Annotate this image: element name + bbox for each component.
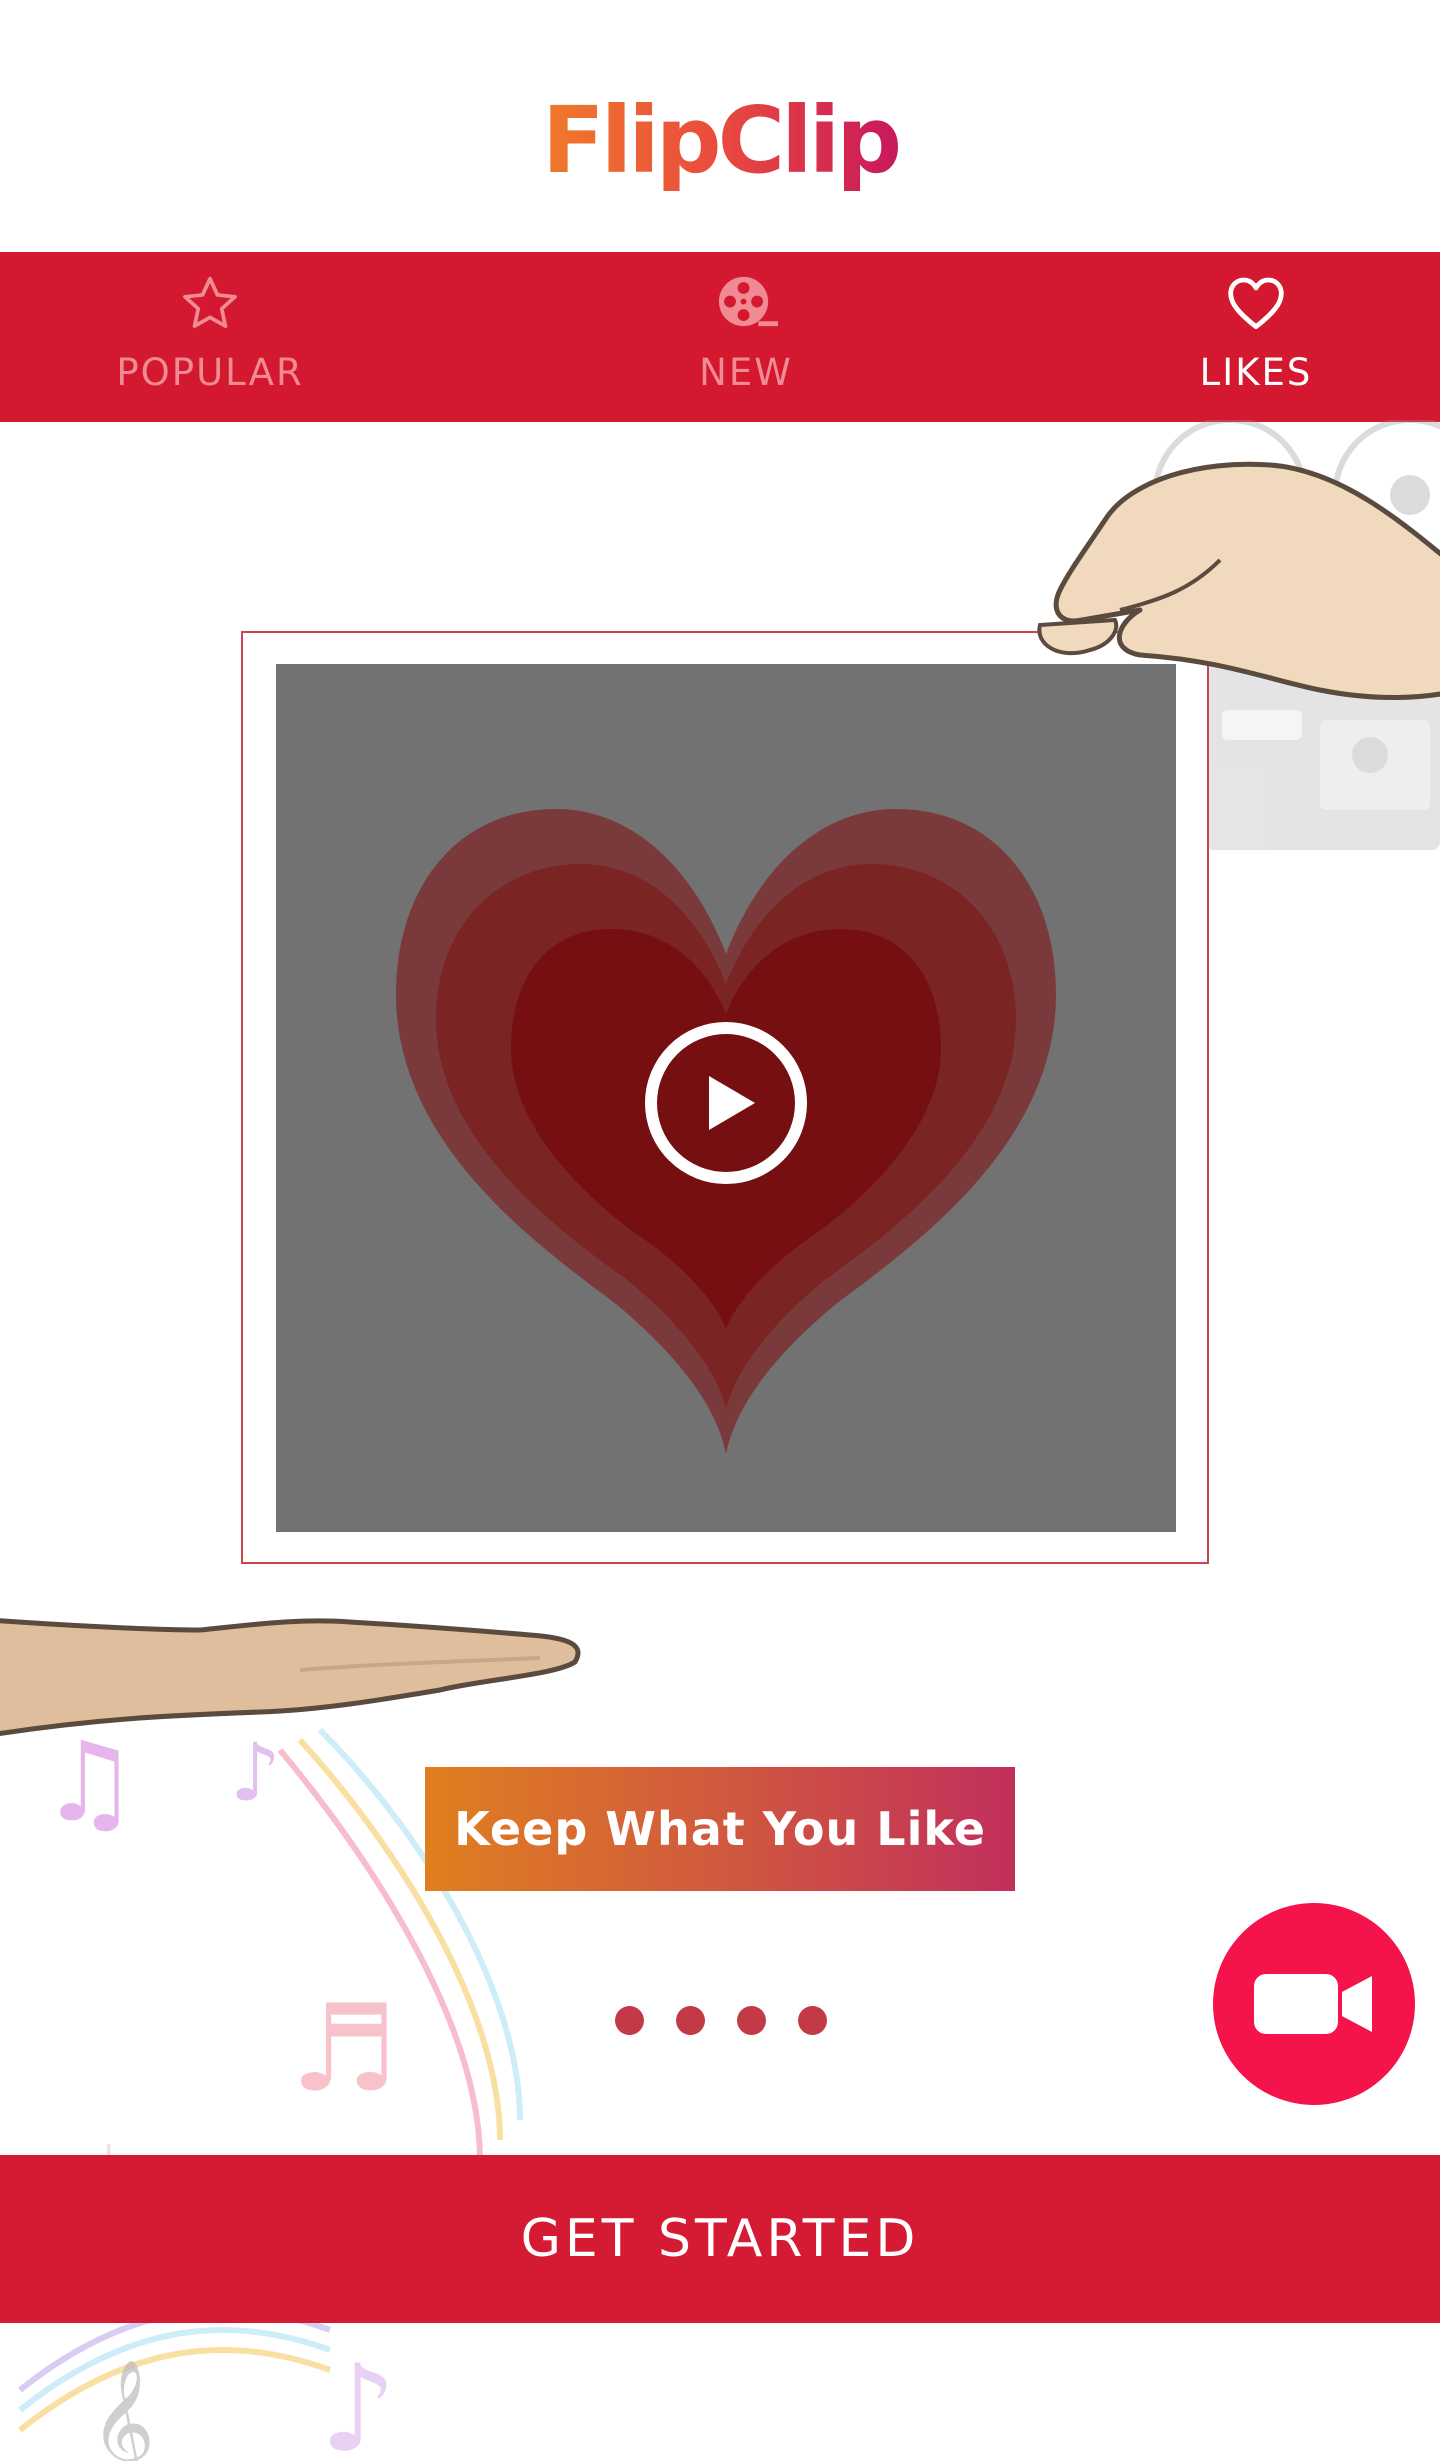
feature-banner: Keep What You Like bbox=[425, 1767, 1015, 1891]
svg-text:♪: ♪ bbox=[320, 2340, 397, 2461]
page-dot[interactable] bbox=[737, 2006, 766, 2035]
svg-text:♬: ♬ bbox=[290, 1980, 398, 2119]
tab-popular-label: POPULAR bbox=[116, 351, 304, 394]
star-icon bbox=[178, 252, 242, 341]
hand-top-illustration bbox=[1037, 461, 1440, 700]
svg-text:𝄞: 𝄞 bbox=[90, 2358, 155, 2461]
tab-likes-label: LIKES bbox=[1199, 351, 1313, 394]
page-indicator bbox=[615, 2006, 827, 2036]
logo-text: FlipClip bbox=[541, 86, 902, 194]
tab-likes[interactable]: LIKES bbox=[1106, 252, 1406, 422]
video-camera-icon bbox=[1254, 1974, 1372, 2034]
tab-new[interactable]: NEW bbox=[596, 252, 896, 422]
get-started-button[interactable]: GET STARTED bbox=[0, 2155, 1440, 2323]
banner-text: Keep What You Like bbox=[454, 1802, 986, 1856]
get-started-label: GET STARTED bbox=[520, 2209, 920, 2269]
tab-new-label: NEW bbox=[699, 351, 793, 394]
play-button[interactable] bbox=[643, 1020, 809, 1186]
tab-bar: POPULAR NEW LIKES bbox=[0, 252, 1440, 422]
page-dot[interactable] bbox=[676, 2006, 705, 2035]
record-video-button[interactable] bbox=[1213, 1903, 1415, 2105]
page-dot[interactable] bbox=[615, 2006, 644, 2035]
play-icon bbox=[645, 1022, 807, 1184]
heart-icon bbox=[1224, 252, 1288, 341]
film-reel-icon bbox=[711, 252, 781, 341]
page-dot[interactable] bbox=[798, 2006, 827, 2035]
tab-popular[interactable]: POPULAR bbox=[60, 252, 360, 422]
app-logo: FlipClip bbox=[0, 70, 1440, 210]
hand-bottom-illustration bbox=[0, 1618, 581, 1737]
